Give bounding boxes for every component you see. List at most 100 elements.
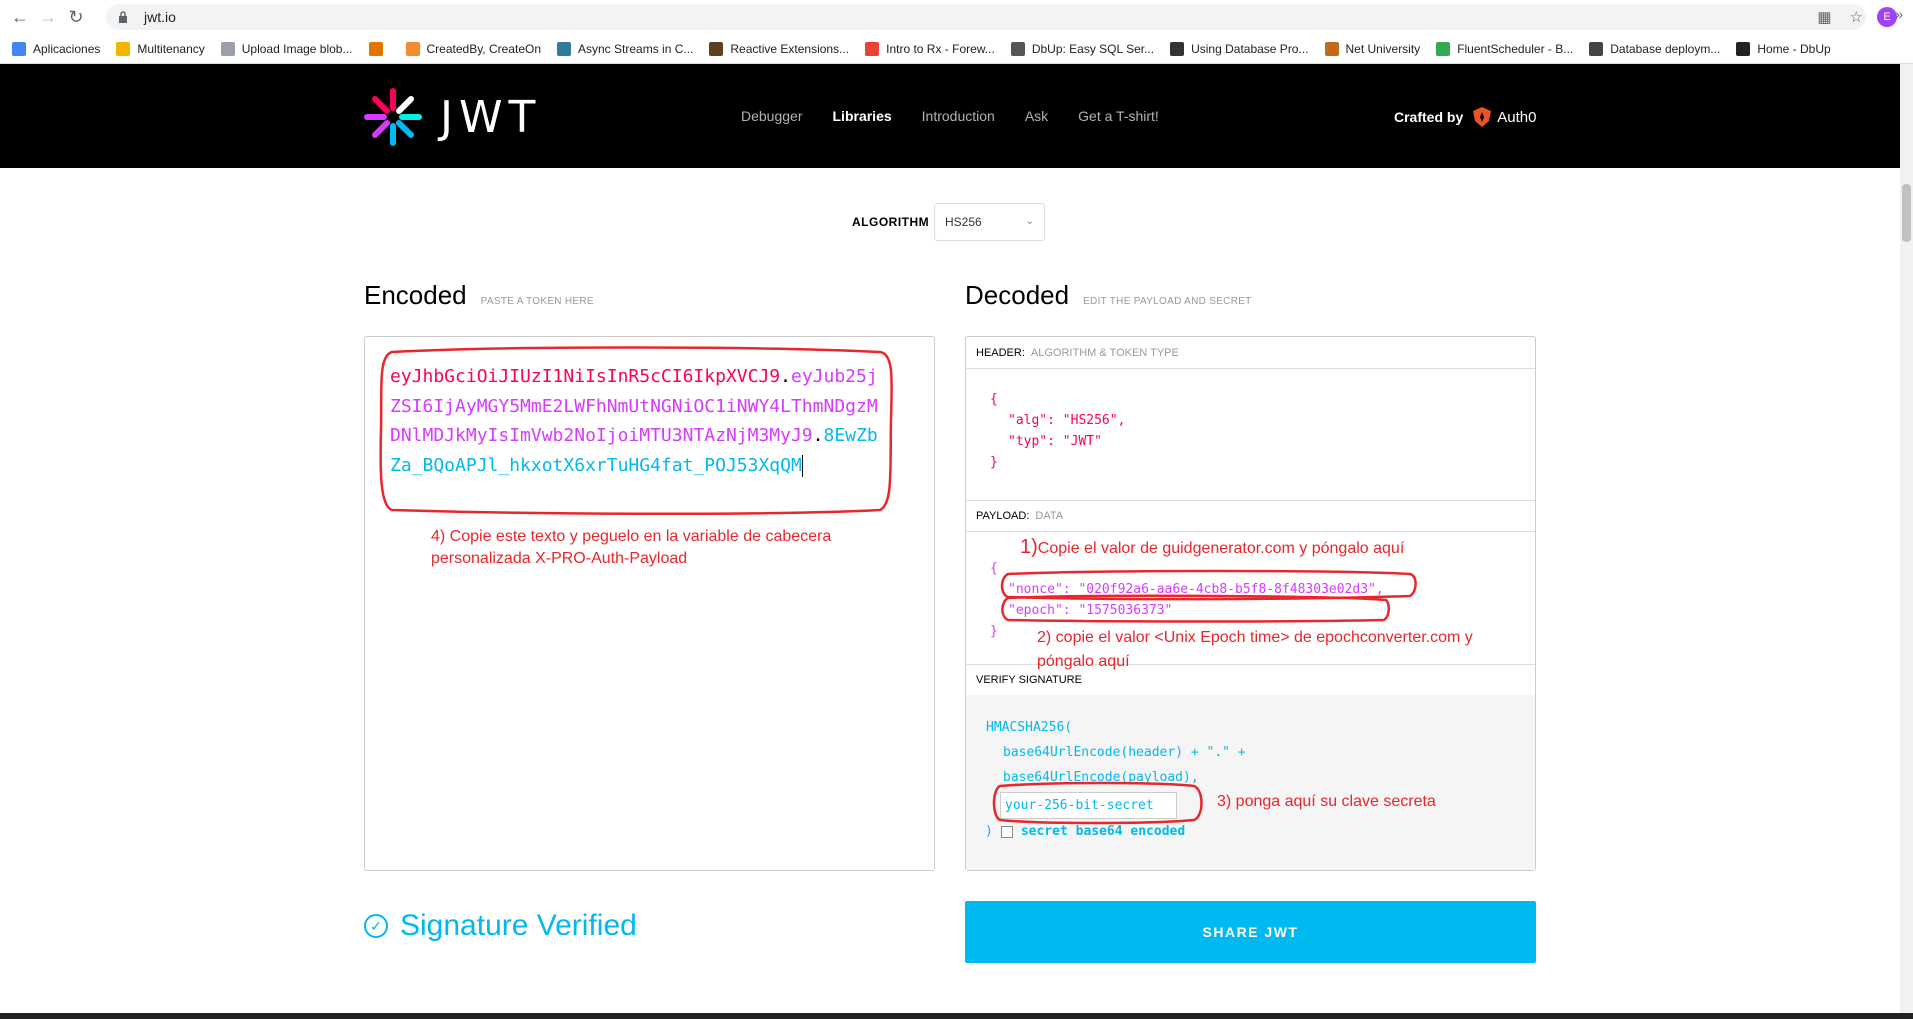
auth0-text: Auth0 xyxy=(1497,108,1537,126)
address-bar[interactable]: jwt.io xyxy=(106,4,1866,30)
annotation-1-text: Copie el valor de guidgenerator.com y pó… xyxy=(1037,540,1405,557)
annotation-4: 4) Copie este texto y peguelo en la vari… xyxy=(431,526,831,570)
logo-text: JWT xyxy=(440,91,542,143)
typ-value: "JWT" xyxy=(1062,434,1102,449)
translate-icon[interactable]: ▦ xyxy=(1817,8,1831,26)
decoded-panel: HEADER: ALGORITHM & TOKEN TYPE { "alg": "… xyxy=(965,336,1536,871)
header-section-label: HEADER: ALGORITHM & TOKEN TYPE xyxy=(966,337,1535,369)
reload-icon[interactable]: ↻ xyxy=(62,3,90,31)
bookmark-item[interactable]: Async Streams in C... xyxy=(557,41,694,56)
bookmark-item[interactable]: DbUp: Easy SQL Ser... xyxy=(1010,41,1154,56)
bookmark-item[interactable]: Reactive Extensions... xyxy=(709,41,850,56)
bookmark-favicon-icon xyxy=(1010,41,1025,56)
check-circle-icon: ✓ xyxy=(364,914,388,938)
secret-input[interactable]: your-256-bit-secret xyxy=(1000,792,1177,819)
bookmark-label: Net University xyxy=(1345,41,1421,56)
bookmark-label: Reactive Extensions... xyxy=(730,41,850,56)
header-json[interactable]: { "alg": "HS256", "typ": "JWT" } xyxy=(990,389,1125,473)
bookmark-item[interactable]: Upload Image blob... xyxy=(220,41,353,56)
bookmark-label: Intro to Rx - Forew... xyxy=(886,41,995,56)
lock-icon xyxy=(119,11,127,23)
nav-ask[interactable]: Ask xyxy=(1025,108,1048,124)
algorithm-select[interactable]: HS256 ⌄ xyxy=(934,203,1045,241)
verified-text: Signature Verified xyxy=(400,909,637,942)
algorithm-value: HS256 xyxy=(945,215,982,229)
bookmark-item[interactable] xyxy=(368,41,390,56)
token-dot: . xyxy=(780,366,791,387)
bookmark-label: Multitenancy xyxy=(137,41,205,56)
site-nav: Debugger Libraries Introduction Ask Get … xyxy=(741,108,1159,124)
bookmark-label: FluentScheduler - B... xyxy=(1457,41,1574,56)
bookmark-favicon-icon xyxy=(1736,41,1751,56)
encoded-token[interactable]: eyJhbGciOiJIUzI1NiIsInR5cCI6IkpXVCJ9.eyJ… xyxy=(390,362,885,480)
bookmark-favicon-icon xyxy=(220,41,235,56)
typ-key: "typ": xyxy=(1008,434,1063,449)
token-header-part: eyJhbGciOiJIUzI1NiIsInR5cCI6IkpXVCJ9 xyxy=(390,366,781,387)
profile-avatar[interactable]: E xyxy=(1877,7,1897,27)
decoded-title: Decoded EDIT THE PAYLOAD AND SECRET xyxy=(965,280,1252,311)
bookmark-favicon-icon xyxy=(1589,41,1604,56)
crafted-by-auth0[interactable]: Crafted by Auth0 xyxy=(1394,106,1536,128)
site-header: JWT Debugger Libraries Introduction Ask … xyxy=(0,64,1900,168)
crafted-by-text: Crafted by xyxy=(1394,109,1464,125)
encoded-title: Encoded PASTE A TOKEN HERE xyxy=(364,280,594,311)
bookmark-item[interactable]: Multitenancy xyxy=(116,41,205,56)
bookmarks-bar: Aplicaciones Multitenancy Upload Image blo… xyxy=(0,34,1913,64)
bookmark-item[interactable]: Intro to Rx - Forew... xyxy=(865,41,995,56)
annotation-1: 1)Copie el valor de guidgenerator.com y … xyxy=(1020,536,1404,559)
base64-checkbox[interactable] xyxy=(1000,825,1013,838)
bookmark-item[interactable]: Database deploym... xyxy=(1589,41,1720,56)
bookmark-favicon-icon xyxy=(709,41,724,56)
bookmark-item[interactable]: FluentScheduler - B... xyxy=(1436,41,1574,56)
annotation-2-line1: 2) copie el valor <Unix Epoch time> de e… xyxy=(1037,629,1473,646)
bookmark-favicon-icon xyxy=(1170,41,1185,56)
bookmark-favicon-icon xyxy=(116,41,131,56)
bookmark-item[interactable]: Net University xyxy=(1324,41,1421,56)
encoded-title-text: Encoded xyxy=(364,280,467,310)
star-icon[interactable]: ☆ xyxy=(1850,8,1863,26)
bookmarks-more-icon[interactable]: » xyxy=(1895,6,1903,22)
scroll-thumb[interactable] xyxy=(1902,184,1911,242)
close-paren: ) xyxy=(985,824,993,839)
page-scrollbar[interactable] xyxy=(1900,64,1913,1019)
annotation-4-line2: personalizada X-PRO-Auth-Payload xyxy=(431,550,688,567)
alg-value: "HS256", xyxy=(1062,413,1126,428)
nonce-value: "020f92a6-aa6e-4cb8-b5f8-8f48303e02d3", xyxy=(1078,582,1384,597)
base64-label: secret base64 encoded xyxy=(1020,824,1186,839)
bookmark-favicon-icon xyxy=(865,41,880,56)
share-jwt-button[interactable]: SHARE JWT xyxy=(965,901,1536,963)
nav-tshirt[interactable]: Get a T-shirt! xyxy=(1078,108,1159,124)
annotation-2-line2: póngalo aquí xyxy=(1037,653,1130,670)
annotation-3: 3) ponga aquí su clave secreta xyxy=(1217,793,1436,810)
sig-function: HMACSHA256( xyxy=(986,720,1073,735)
bookmark-label: Async Streams in C... xyxy=(578,41,694,56)
annotation-2: 2) copie el valor <Unix Epoch time> de e… xyxy=(1037,626,1473,674)
nav-libraries[interactable]: Libraries xyxy=(833,108,892,124)
nav-introduction[interactable]: Introduction xyxy=(922,108,995,124)
signature-code: HMACSHA256( base64UrlEncode(header) + ".… xyxy=(986,715,1246,790)
payload-sublabel: DATA xyxy=(1035,510,1064,522)
bookmark-label: Using Database Pro... xyxy=(1191,41,1309,56)
bookmark-item[interactable]: Home - DbUp xyxy=(1736,41,1831,56)
jwt-logo-icon xyxy=(364,88,422,146)
decoded-title-text: Decoded xyxy=(965,280,1070,310)
epoch-key: "epoch": xyxy=(1008,603,1079,618)
signature-verified-status: ✓ Signature Verified xyxy=(364,909,637,943)
header-sublabel: ALGORITHM & TOKEN TYPE xyxy=(1030,346,1179,359)
jwt-logo[interactable]: JWT xyxy=(364,88,541,146)
chevron-down-icon: ⌄ xyxy=(1025,216,1034,227)
window-bottom-edge xyxy=(0,1013,1913,1019)
bookmark-label: Aplicaciones xyxy=(33,41,101,56)
payload-label: PAYLOAD: xyxy=(976,510,1030,522)
nav-debugger[interactable]: Debugger xyxy=(741,108,803,124)
annotation-1-num: 1) xyxy=(1020,536,1038,558)
bookmark-favicon-icon xyxy=(1436,41,1451,56)
bookmark-item[interactable]: CreatedBy, CreateOn xyxy=(405,41,541,56)
bookmark-favicon-icon xyxy=(12,41,26,56)
back-arrow-icon[interactable]: ← xyxy=(6,3,34,31)
verify-label: VERIFY SIGNATURE xyxy=(976,674,1082,686)
bookmark-label: Upload Image blob... xyxy=(241,41,353,56)
bookmark-item[interactable]: Aplicaciones xyxy=(12,41,101,56)
forward-arrow-icon[interactable]: → xyxy=(34,3,62,31)
bookmark-item[interactable]: Using Database Pro... xyxy=(1170,41,1309,56)
